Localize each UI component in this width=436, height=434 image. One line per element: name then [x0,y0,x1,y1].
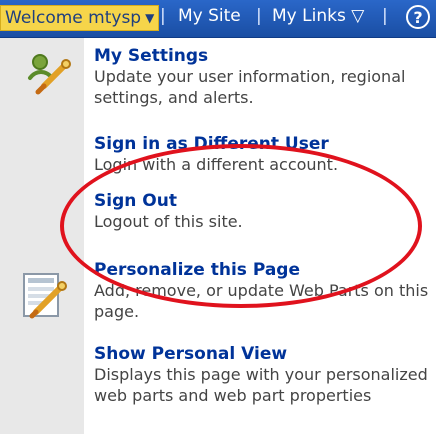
menu-item-description: Update your user information, regional s… [94,67,406,107]
top-navigation-bar: Welcome mtysp ▼ | My Site | My Links ▽ |… [0,0,436,38]
user-dropdown-menu: My Settings Update your user information… [0,38,436,434]
menu-item-title: Sign Out [94,191,177,211]
help-icon: ? [413,7,423,27]
nav-separator: | [382,6,388,26]
dropdown-caret-icon: ▼ [145,11,155,25]
menu-item-title: Sign in as Different User [94,134,329,154]
welcome-user-menu[interactable]: Welcome mtysp ▼ [0,5,160,31]
menu-item-my-settings[interactable]: My Settings Update your user information… [94,46,432,108]
menu-icon-gutter [0,38,84,434]
menu-item-title: Personalize this Page [94,260,301,280]
menu-item-title: My Settings [94,46,209,66]
menu-item-description: Login with a different account. [94,155,339,174]
personalize-page-icon [23,273,67,319]
settings-icon [28,54,71,95]
menu-item-description: Logout of this site. [94,212,243,231]
nav-separator: | [160,6,166,26]
menu-item-sign-in-as-different-user[interactable]: Sign in as Different User Login with a d… [94,134,432,175]
menu-item-description: Displays this page with your personalize… [94,365,428,405]
nav-separator: | [256,6,262,26]
menu-item-personalize-page[interactable]: Personalize this Page Add, remove, or up… [94,260,432,322]
menu-item-description: Add, remove, or update Web Parts on this… [94,281,429,321]
my-site-link[interactable]: My Site [178,6,241,26]
my-links-menu[interactable]: My Links ▽ [272,6,364,26]
menu-item-show-personal-view[interactable]: Show Personal View Displays this page wi… [94,344,432,406]
menu-item-title: Show Personal View [94,344,288,364]
menu-item-sign-out[interactable]: Sign Out Logout of this site. [94,191,432,232]
welcome-user-label: Welcome mtysp [5,8,142,28]
help-button[interactable]: ? [406,5,430,29]
